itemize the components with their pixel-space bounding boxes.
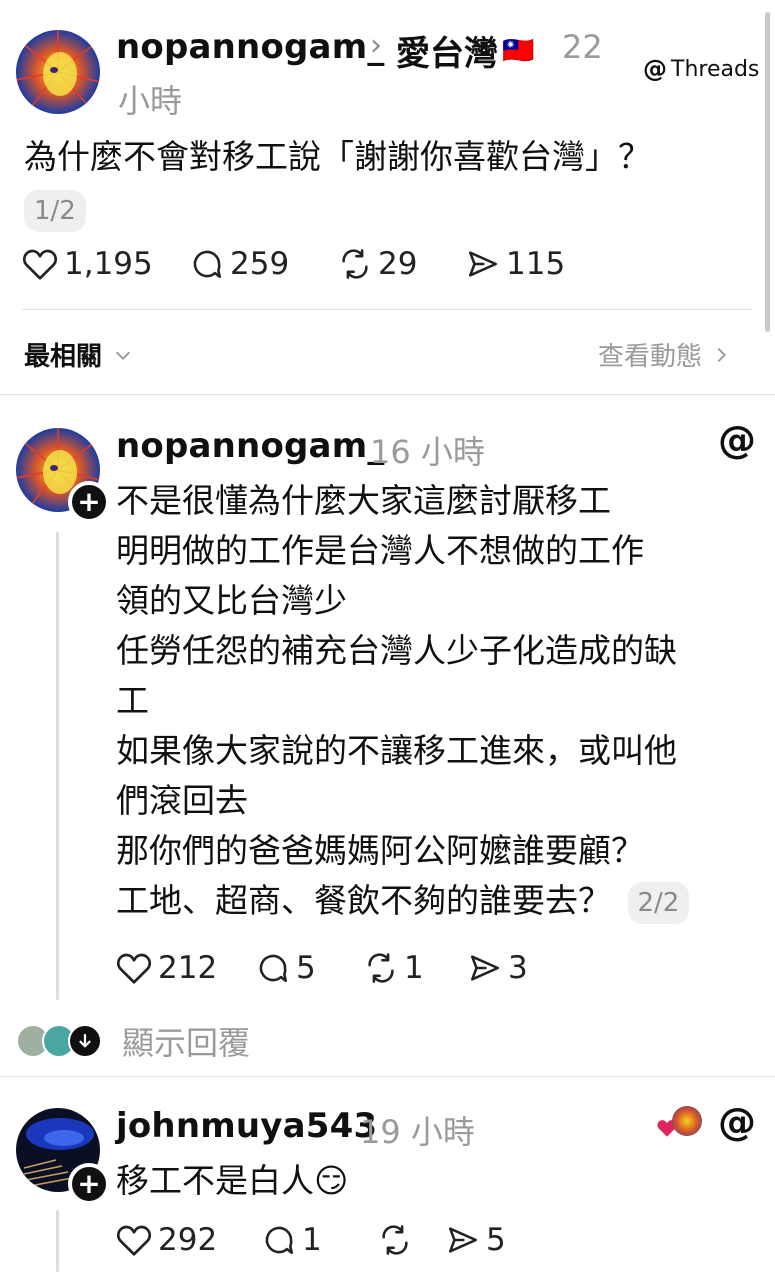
share-count: 5 (486, 1222, 506, 1258)
like-count: 212 (158, 950, 218, 986)
reply-text-last: 工地、超商、餐飲不夠的誰要去？ (116, 881, 611, 920)
like-count: 1,195 (64, 246, 153, 282)
like-button[interactable]: 1,195 (22, 246, 190, 282)
post-time-unit: 小時 (118, 82, 183, 120)
view-activity-label: 查看動態 (598, 342, 703, 372)
reply-text: 移工不是白人😏 (116, 1161, 349, 1200)
reply-time: 16 小時 (370, 433, 485, 471)
author-mini-avatar (672, 1106, 702, 1136)
thread-line (56, 1210, 59, 1272)
sort-label: 最相關 (24, 342, 103, 372)
send-icon (468, 251, 498, 277)
topic-label: 愛台灣 (396, 34, 498, 74)
share-count: 3 (508, 950, 528, 986)
repost-button[interactable]: 1 (364, 950, 468, 986)
show-replies-label: 顯示回覆 (122, 1024, 251, 1062)
heart-icon (116, 953, 152, 984)
reply-text-line: 們滾回去 (116, 781, 248, 820)
reply-text-line: 任勞任怨的補充台灣人少子化造成的缺 (116, 631, 677, 670)
reply-text-line: 領的又比台灣少 (116, 581, 347, 620)
share-button[interactable]: 115 (466, 246, 576, 282)
threads-logo-icon[interactable]: @ (718, 1100, 756, 1144)
follow-plus-button[interactable]: + (68, 1163, 110, 1205)
topic-tag[interactable]: 愛台灣 🇹🇼 (396, 26, 534, 75)
chevron-right-icon (717, 347, 726, 362)
reply-text-line: 工地、超商、餐飲不夠的誰要去？ 2/2 (116, 876, 756, 926)
comment-count: 5 (296, 950, 316, 986)
like-button[interactable]: 212 (116, 950, 256, 986)
reply-time: 19 小時 (360, 1113, 475, 1151)
share-button[interactable]: 5 (446, 1222, 536, 1258)
chevron-down-icon (115, 351, 131, 360)
repost-icon (368, 953, 394, 983)
page-indicator: 2/2 (627, 881, 690, 924)
reply-actions: 212 5 1 3 (116, 950, 558, 986)
page-indicator: 1/2 (24, 190, 86, 232)
comment-icon (193, 250, 222, 279)
repost-icon (342, 249, 368, 279)
section-divider (0, 1076, 775, 1077)
post-username[interactable]: nopannogam_ (116, 27, 385, 67)
liked-by-author-badge (656, 1106, 706, 1138)
heart-icon (116, 1225, 152, 1256)
avatar[interactable] (16, 30, 100, 114)
scrollbar-thumb[interactable] (765, 12, 770, 332)
comment-icon (265, 1226, 294, 1255)
reply-text-line: 不是很懂為什麼大家這麼討厭移工 (116, 481, 611, 520)
threads-logo-icon: @ (643, 55, 667, 83)
post-actions: 1,195 259 29 115 (22, 246, 576, 282)
reply-text-line: 如果像大家說的不讓移工進來，或叫他 (116, 731, 677, 770)
comment-count: 259 (230, 246, 290, 282)
repost-count: 29 (378, 246, 418, 282)
comment-count: 1 (302, 1222, 322, 1258)
sort-dropdown[interactable]: 最相關 (24, 336, 134, 373)
share-button[interactable]: 3 (468, 950, 558, 986)
threads-brand[interactable]: @ Threads (643, 55, 759, 83)
taiwan-flag-icon: 🇹🇼 (502, 35, 535, 66)
reply-username[interactable]: nopannogam_ (116, 426, 385, 466)
comment-icon (259, 954, 288, 983)
repost-button[interactable]: 29 (338, 246, 466, 282)
reply-text-line: 工 (116, 681, 149, 720)
like-button[interactable]: 292 (116, 1222, 262, 1258)
reply-username[interactable]: johnmuya543 (116, 1106, 377, 1146)
thread-line (56, 532, 59, 1000)
follow-plus-button[interactable]: + (68, 481, 110, 523)
reply-text-line: 那你們的爸爸媽媽阿公阿嬤誰要顧？ (116, 831, 644, 870)
comment-button[interactable]: 5 (256, 950, 364, 986)
threads-brand-label: Threads (671, 56, 760, 82)
topic-chevron: › (370, 28, 382, 63)
post-text: 為什麼不會對移工說「謝謝你喜歡台灣」？ (24, 137, 651, 176)
arrow-down-icon (68, 1024, 102, 1058)
view-activity-link[interactable]: 查看動態 (598, 336, 732, 373)
comment-button[interactable]: 259 (190, 246, 338, 282)
reply-actions: 292 1 5 (116, 1222, 536, 1258)
comment-button[interactable]: 1 (262, 1222, 378, 1258)
like-count: 292 (158, 1222, 218, 1258)
show-replies-button[interactable]: 顯示回覆 (16, 1018, 250, 1064)
share-count: 115 (506, 246, 566, 282)
header-divider (22, 309, 752, 310)
threads-logo-icon[interactable]: @ (718, 418, 756, 462)
reply-text-line: 明明做的工作是台灣人不想做的工作 (116, 531, 644, 570)
repost-count: 1 (404, 950, 424, 986)
section-divider (0, 394, 775, 395)
reply-text: 不是很懂為什麼大家這麼討厭移工 明明做的工作是台灣人不想做的工作 領的又比台灣少… (116, 476, 756, 926)
send-icon (448, 1227, 478, 1253)
repost-icon (382, 1225, 408, 1255)
heart-icon (22, 249, 58, 280)
repost-button[interactable] (378, 1223, 446, 1257)
post-time: 22 (562, 28, 603, 66)
send-icon (470, 955, 500, 981)
